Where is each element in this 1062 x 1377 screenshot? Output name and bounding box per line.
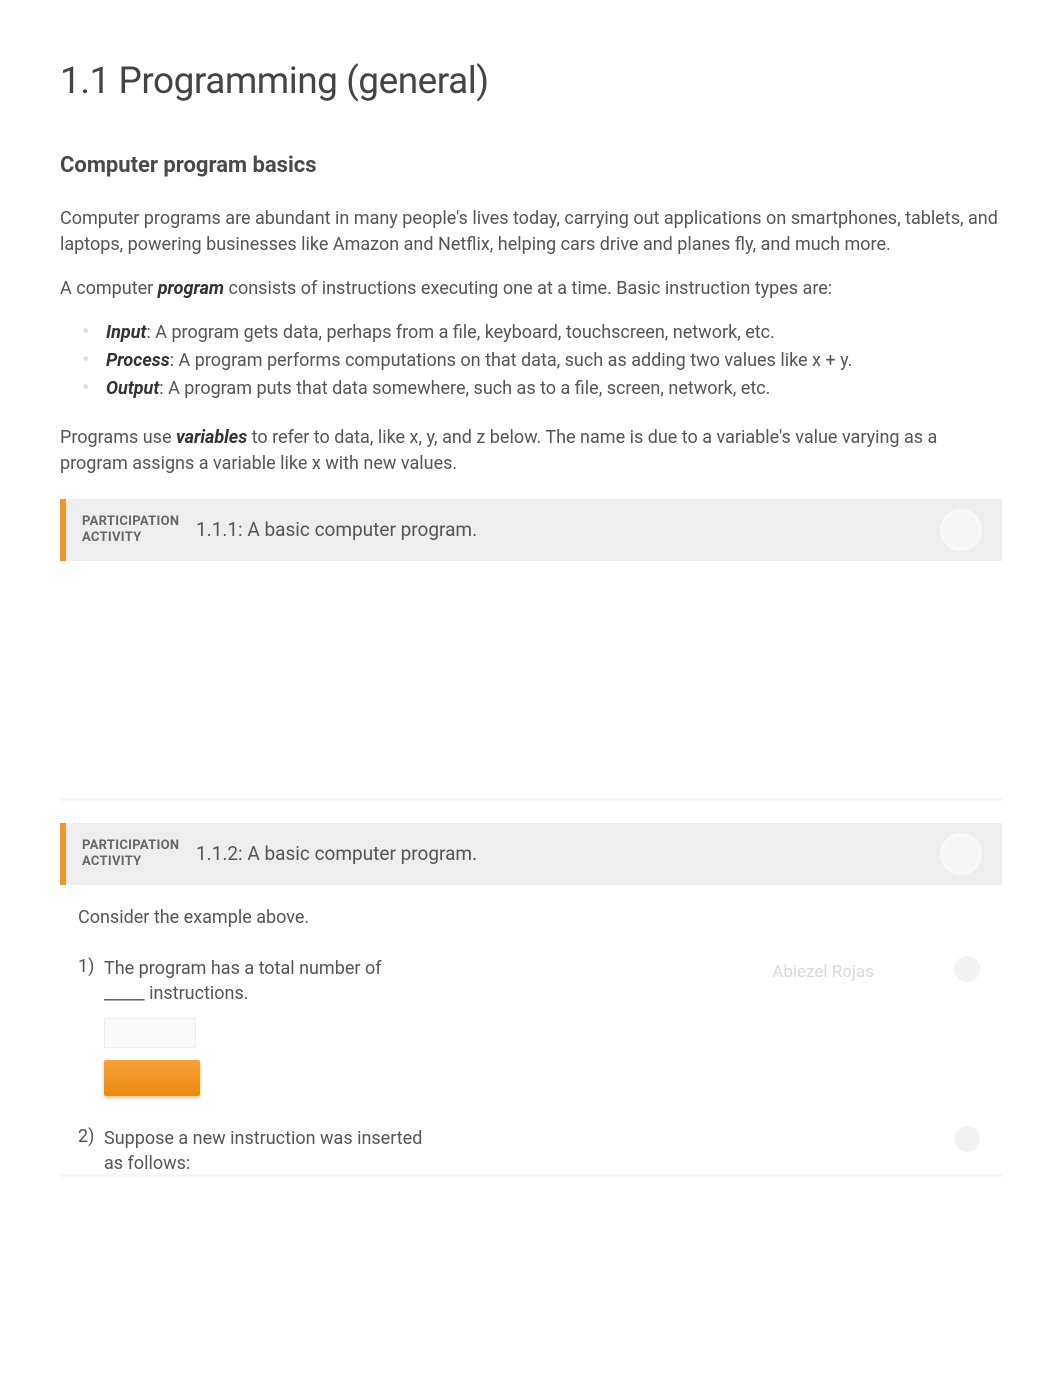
para3-pre: Programs use	[60, 427, 176, 448]
check-button[interactable]	[104, 1060, 200, 1096]
instruction-types-list: Input: A program gets data, perhaps from…	[60, 320, 1002, 402]
activity-label: PARTICIPATION ACTIVITY	[66, 514, 196, 545]
activity-body-animation[interactable]	[60, 561, 1002, 801]
intro-paragraph-3: Programs use variables to refer to data,…	[60, 425, 1002, 477]
bullet-text: : A program puts that data somewhere, su…	[159, 378, 770, 399]
page-container: 1.1 Programming (general) Computer progr…	[0, 0, 1062, 1177]
term-output: Output	[106, 378, 159, 399]
activity-header: PARTICIPATION ACTIVITY 1.1.1: A basic co…	[60, 499, 1002, 561]
activity-title: 1.1.2: A basic computer program.	[196, 842, 940, 865]
quiz-intro: Consider the example above.	[78, 907, 984, 928]
activity-label: PARTICIPATION ACTIVITY	[66, 838, 196, 869]
activity-title: 1.1.1: A basic computer program.	[196, 518, 940, 541]
question-text: The program has a total number of _____ …	[104, 956, 424, 1006]
question-2: 2) Suppose a new instruction was inserte…	[78, 1126, 984, 1176]
term-input: Input	[106, 322, 146, 343]
question-text: Suppose a new instruction was inserted a…	[104, 1126, 424, 1176]
completion-status-icon	[940, 509, 982, 551]
answer-input[interactable]	[104, 1018, 196, 1048]
list-item: Input: A program gets data, perhaps from…	[90, 320, 1002, 346]
bullet-text: : A program gets data, perhaps from a fi…	[146, 322, 774, 343]
term-process: Process	[106, 350, 170, 371]
section-title: 1.1 Programming (general)	[60, 60, 1002, 103]
activity-body-quiz: Consider the example above. 1) The progr…	[60, 885, 1002, 1177]
question-status-icon	[954, 1126, 980, 1152]
intro-paragraph-1: Computer programs are abundant in many p…	[60, 206, 1002, 258]
question-number: 1)	[78, 956, 104, 977]
user-watermark: Abiezel Rojas	[772, 962, 874, 982]
question-status-icon	[954, 956, 980, 982]
list-item: Output: A program puts that data somewhe…	[90, 376, 1002, 402]
activity-header: PARTICIPATION ACTIVITY 1.1.2: A basic co…	[60, 823, 1002, 885]
bullet-text: : A program performs computations on tha…	[170, 350, 853, 371]
question-1: 1) The program has a total number of ___…	[78, 956, 984, 1006]
para2-pre: A computer	[60, 278, 158, 299]
subheading-basics: Computer program basics	[60, 153, 1002, 178]
participation-activity-1-1-1: PARTICIPATION ACTIVITY 1.1.1: A basic co…	[60, 499, 1002, 801]
completion-status-icon	[940, 833, 982, 875]
participation-activity-1-1-2: PARTICIPATION ACTIVITY 1.1.2: A basic co…	[60, 823, 1002, 1177]
intro-paragraph-2: A computer program consists of instructi…	[60, 276, 1002, 302]
answer-area	[104, 1018, 984, 1096]
para2-post: consists of instructions executing one a…	[224, 278, 832, 299]
term-variables: variables	[176, 427, 247, 448]
question-number: 2)	[78, 1126, 104, 1147]
list-item: Process: A program performs computations…	[90, 348, 1002, 374]
term-program: program	[158, 278, 224, 299]
